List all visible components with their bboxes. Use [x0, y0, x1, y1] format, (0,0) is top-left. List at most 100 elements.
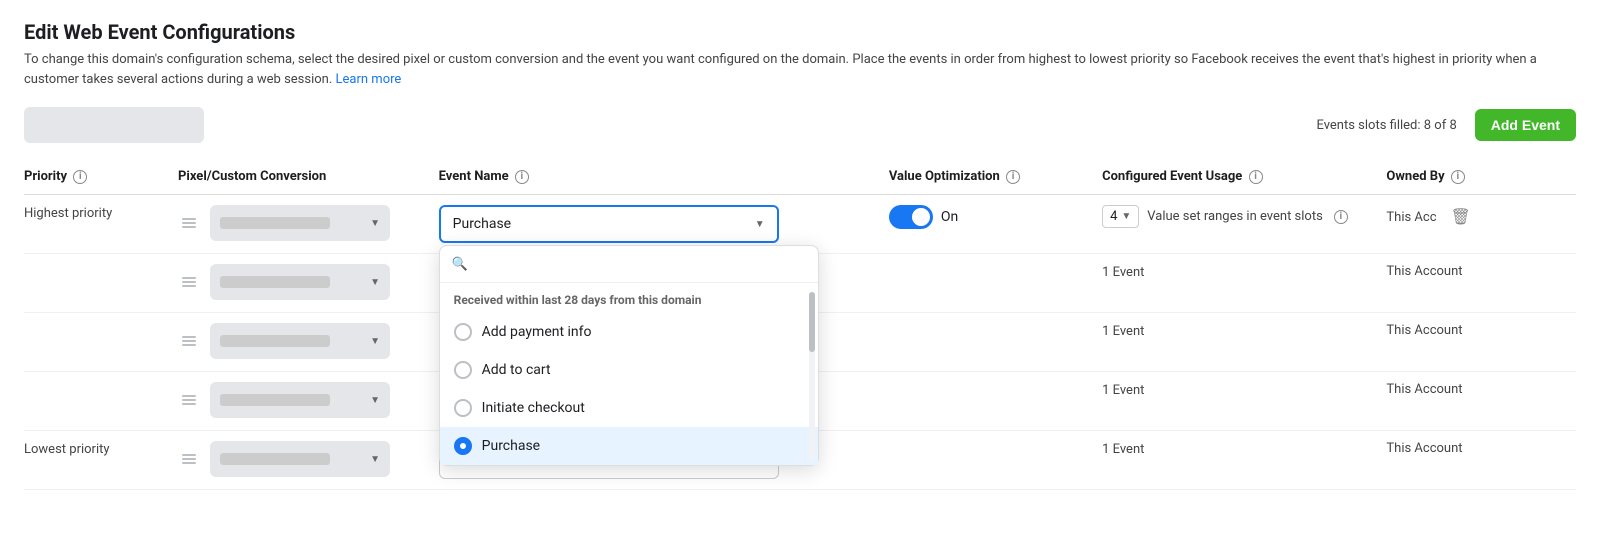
radio-circle — [454, 437, 472, 455]
owned-by-cell: This Account — [1386, 372, 1576, 431]
event-count: 1 Event — [1102, 383, 1144, 398]
pixel-cell: ▼ — [178, 313, 439, 372]
pixel-dropdown[interactable]: ▼ — [210, 205, 390, 241]
col-configured-usage: Configured Event Usage i — [1102, 161, 1386, 195]
drag-handle[interactable] — [178, 273, 200, 291]
value-opt-cell — [889, 313, 1102, 372]
value-opt-cell — [889, 431, 1102, 490]
drag-handle[interactable] — [178, 214, 200, 232]
event-count: 1 Event — [1102, 442, 1144, 457]
dropdown-item-label: Purchase — [482, 438, 540, 454]
owned-by-cell: This Account — [1386, 254, 1576, 313]
priority-cell — [24, 372, 178, 431]
dropdown-item[interactable]: Purchase — [440, 427, 818, 465]
configured-usage-cell: 1 Event — [1102, 254, 1386, 313]
pixel-dropdown-caret: ▼ — [370, 336, 380, 347]
num-dropdown[interactable]: 4▼ — [1102, 205, 1139, 228]
pixel-cell: ▼ — [178, 372, 439, 431]
owned-by-info-icon[interactable]: i — [1451, 170, 1465, 184]
page-title: Edit Web Event Configurations — [24, 20, 1576, 44]
dropdown-item[interactable]: Initiate checkout — [440, 389, 818, 427]
owned-by-value: This Acc — [1386, 210, 1436, 225]
owned-by-cell: This Account — [1386, 431, 1576, 490]
col-owned-by: Owned By i — [1386, 161, 1576, 195]
value-opt-cell: On — [889, 195, 1102, 254]
dropdown-item[interactable]: Add payment info — [440, 313, 818, 351]
pixel-selector-bar: Events slots filled: 8 of 8 Add Event — [24, 107, 1576, 143]
priority-cell — [24, 313, 178, 372]
owned-by-value: This Account — [1386, 323, 1462, 338]
col-value-opt: Value Optimization i — [889, 161, 1102, 195]
owned-by-value: This Account — [1386, 382, 1462, 397]
add-event-button[interactable]: Add Event — [1475, 109, 1576, 141]
dropdown-item-label: Add payment info — [482, 324, 592, 340]
delete-button[interactable]: 🗑 — [1445, 205, 1477, 229]
dropdown-item[interactable]: Add to cart — [440, 351, 818, 389]
value-opt-cell — [889, 254, 1102, 313]
scrollbar-thumb[interactable] — [809, 292, 815, 352]
owned-by-cell: This Account — [1386, 313, 1576, 372]
value-opt-cell — [889, 372, 1102, 431]
value-opt-toggle[interactable] — [889, 205, 933, 229]
priority-cell: Lowest priority — [24, 431, 178, 490]
event-dropdown-caret: ▼ — [755, 219, 765, 230]
dropdown-item-label: Initiate checkout — [482, 400, 585, 416]
slots-area: Events slots filled: 8 of 8 Add Event — [1316, 109, 1576, 141]
owned-by-value: This Account — [1386, 441, 1462, 456]
configured-usage-cell: 1 Event — [1102, 372, 1386, 431]
drag-handle[interactable] — [178, 391, 200, 409]
dropdown-item-label: Add to cart — [482, 362, 551, 378]
lowest-priority-label: Lowest priority — [24, 434, 110, 457]
event-dropdown-overlay: 🔍 Received within last 28 days from this … — [439, 245, 819, 466]
page-description: To change this domain's configuration sc… — [24, 50, 1564, 89]
pixel-dropdown-caret: ▼ — [370, 277, 380, 288]
event-name-dropdown[interactable]: Purchase ▼ — [439, 205, 779, 243]
pixel-dropdown[interactable]: ▼ — [210, 323, 390, 359]
col-event-name: Event Name i — [439, 161, 889, 195]
event-name-value: Purchase — [453, 216, 511, 232]
pixel-cell: ▼ — [178, 254, 439, 313]
events-slots-label: Events slots filled: 8 of 8 — [1316, 118, 1456, 133]
radio-circle — [454, 323, 472, 341]
event-name-info-icon[interactable]: i — [515, 170, 529, 184]
pixel-dropdown-caret: ▼ — [370, 454, 380, 465]
priority-cell: Highest priority — [24, 195, 178, 254]
radio-circle — [454, 361, 472, 379]
priority-info-icon[interactable]: i — [73, 170, 87, 184]
col-priority: Priority i — [24, 161, 178, 195]
configured-usage-cell: 1 Event — [1102, 313, 1386, 372]
event-count: 1 Event — [1102, 265, 1144, 280]
toggle-on-label: On — [941, 209, 958, 225]
highest-priority-label: Highest priority — [24, 198, 112, 221]
pixel-dropdown-caret: ▼ — [370, 218, 380, 229]
value-opt-info-icon[interactable]: i — [1006, 170, 1020, 184]
configured-usage-cell: 4▼ Value set ranges in event slots i — [1102, 195, 1386, 254]
learn-more-link[interactable]: Learn more — [336, 72, 402, 87]
pixel-dropdown-caret: ▼ — [370, 395, 380, 406]
drag-handle[interactable] — [178, 450, 200, 468]
search-icon: 🔍 — [452, 257, 468, 272]
drag-handle[interactable] — [178, 332, 200, 350]
dropdown-section-label: Received within last 28 days from this d… — [440, 283, 818, 313]
owned-by-value: This Account — [1386, 264, 1462, 279]
configured-usage-info-icon[interactable]: i — [1249, 170, 1263, 184]
scrollbar-track[interactable] — [809, 292, 815, 462]
pixel-cell: ▼ — [178, 195, 439, 254]
event-name-cell: Purchase▼🔍Received within last 28 days f… — [439, 195, 889, 254]
col-pixel: Pixel/Custom Conversion — [178, 161, 439, 195]
owned-by-cell: This Acc 🗑 — [1386, 195, 1576, 254]
event-count: 1 Event — [1102, 324, 1144, 339]
value-ranges-text: Value set ranges in event slots — [1147, 209, 1323, 224]
table-row: Highest priority▼Purchase▼🔍Received with… — [24, 195, 1576, 254]
pixel-selector-placeholder — [24, 107, 204, 143]
radio-circle — [454, 399, 472, 417]
pixel-dropdown[interactable]: ▼ — [210, 264, 390, 300]
pixel-cell: ▼ — [178, 431, 439, 490]
pixel-dropdown[interactable]: ▼ — [210, 382, 390, 418]
priority-cell — [24, 254, 178, 313]
dropdown-search-input[interactable] — [476, 256, 806, 272]
events-table: Priority i Pixel/Custom Conversion Event… — [24, 161, 1576, 490]
pixel-dropdown[interactable]: ▼ — [210, 441, 390, 477]
value-ranges-info-icon[interactable]: i — [1334, 210, 1348, 224]
configured-usage-cell: 1 Event — [1102, 431, 1386, 490]
